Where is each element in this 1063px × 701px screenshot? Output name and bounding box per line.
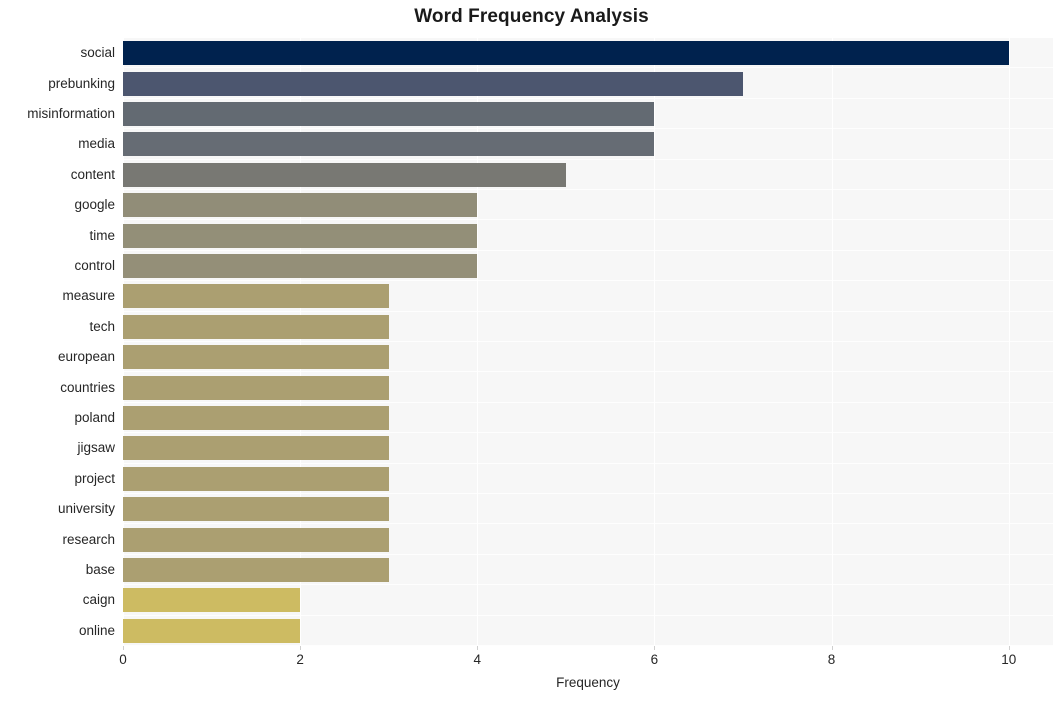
bar-countries[interactable] [123,375,389,400]
y-tick-label-media: media [78,136,115,152]
y-tick-label-university: university [57,501,115,517]
bar-row [123,342,1053,373]
bar-row [123,524,1053,555]
bar-row [123,403,1053,434]
y-tick-label-base: base [85,562,115,577]
y-tick-label-countries: countries [60,379,115,395]
bar-project[interactable] [123,466,389,491]
bar-row [123,220,1053,251]
bar-google[interactable] [123,193,478,218]
bar-row [123,281,1053,312]
bar-row [123,312,1053,342]
bar-base[interactable] [123,557,389,582]
bar-row [123,585,1053,616]
bar-media[interactable] [123,132,655,157]
x-tick-mark-2 [300,646,302,650]
x-axis-title: Frequency [556,675,620,690]
y-axis: social prebunking misinformation media conte… [0,38,115,646]
chart-title: Word Frequency Analysis [414,6,649,27]
bar-row [123,616,1053,646]
x-tick-label-4: 4 [473,652,482,667]
bar-row [123,251,1053,282]
bar-time[interactable] [123,223,478,248]
x-tick-mark-10 [1008,646,1010,650]
bar-university[interactable] [123,497,389,522]
bar-control[interactable] [123,253,478,278]
x-tick-label-6: 6 [650,652,659,667]
y-tick-label-measure: measure [62,288,115,304]
y-tick-label-online: online [78,622,115,638]
y-tick-label-caign: caign [82,592,115,608]
bar-prebunking[interactable] [123,71,743,96]
bar-row [123,160,1053,190]
x-tick-mark-0 [123,646,124,650]
bar-row [123,129,1053,160]
bar-poland[interactable] [123,405,389,430]
y-tick-label-research: research [62,531,115,547]
bar-row [123,464,1053,494]
y-tick-label-european: european [57,349,115,365]
bar-european[interactable] [123,345,389,370]
bar-misinformation[interactable] [123,101,655,126]
bar-row [123,99,1053,130]
x-tick-label-10: 10 [1001,652,1017,667]
y-tick-label-prebunking: prebunking [48,75,115,91]
bar-row [123,433,1053,464]
plot-area [123,38,1053,646]
bar-content[interactable] [123,162,566,187]
x-tick-mark-6 [654,646,656,650]
bar-caign[interactable] [123,588,301,613]
x-tick-mark-4 [477,646,479,650]
y-tick-label-jigsaw: jigsaw [77,440,115,456]
y-tick-label-project: project [74,470,115,486]
bar-row [123,190,1053,221]
y-tick-label-google: google [74,197,115,213]
y-tick-label-poland: poland [74,410,115,425]
x-tick-label-2: 2 [296,652,304,667]
bar-row [123,372,1053,403]
y-tick-label-tech: tech [89,318,115,334]
bar-tech[interactable] [123,314,389,339]
x-tick-label-0: 0 [119,652,127,667]
bar-row [123,38,1053,69]
bar-row [123,555,1053,586]
x-tick-mark-8 [831,646,833,650]
bar-research[interactable] [123,527,389,552]
y-tick-label-social: social [80,45,115,61]
y-tick-label-misinformation: misinformation [27,106,115,121]
bar-social[interactable] [123,41,1009,66]
bar-row [123,494,1053,525]
x-tick-label-8: 8 [827,652,836,667]
word-frequency-chart-figure: Word Frequency Analysis social prebunking… [0,0,1063,701]
y-tick-label-content: content [70,166,115,182]
y-tick-label-control: control [74,258,115,273]
x-axis: 0 2 4 6 8 10 [119,646,1053,676]
bar-online[interactable] [123,618,301,643]
bar-measure[interactable] [123,284,389,309]
y-tick-label-time: time [89,227,115,243]
bar-jigsaw[interactable] [123,436,389,461]
bar-row [123,68,1053,99]
